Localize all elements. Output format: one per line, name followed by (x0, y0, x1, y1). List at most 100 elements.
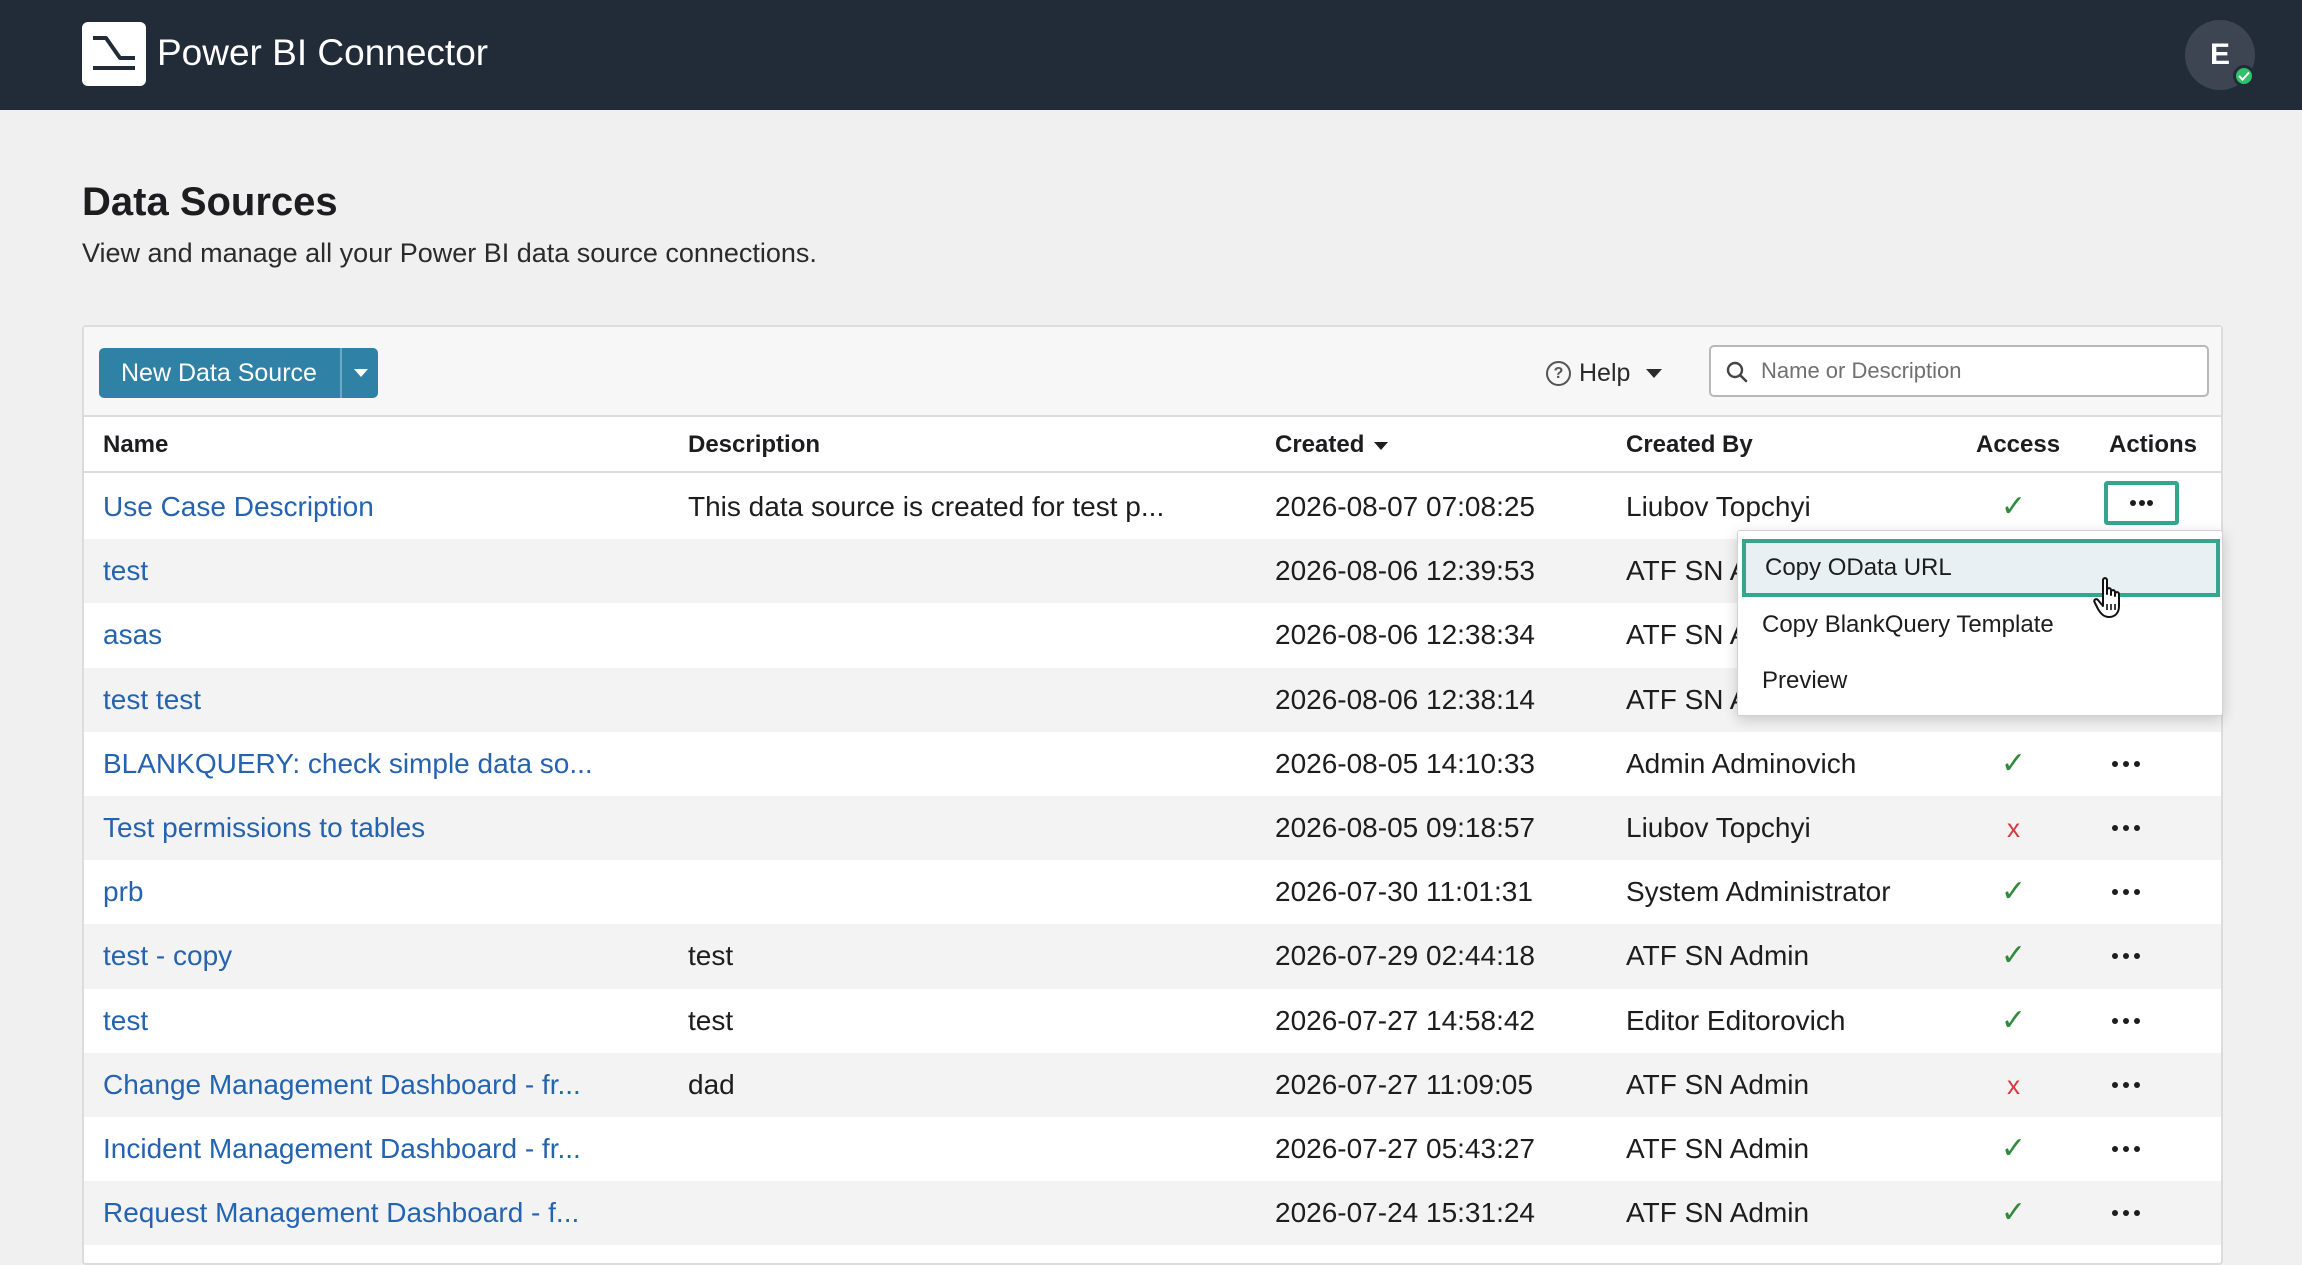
table-row: test test 2026-07-27 14:58:42 Editor Edi… (84, 989, 2221, 1053)
help-circle-icon: ? (1546, 360, 1571, 386)
more-actions-icon[interactable] (2106, 752, 2146, 776)
menu-item-copy-blankquery-template[interactable]: Copy BlankQuery Template (1738, 597, 2224, 653)
app-title: Power BI Connector (157, 32, 489, 73)
row-name-link[interactable]: BLANKQUERY: check simple data so... (103, 732, 663, 796)
data-sources-panel: New Data Source ? Help Name Description … (82, 325, 2223, 1265)
row-actions (2074, 1117, 2184, 1181)
table-header: Name Description Created Created By Acce… (84, 417, 2221, 473)
row-created-by: ATF SN Admin (1626, 1197, 1810, 1229)
table-row: prb 2026-07-30 11:01:31 System Administr… (84, 860, 2221, 924)
new-data-source-dropdown-icon[interactable] (339, 348, 378, 398)
row-name-link[interactable]: Test permissions to tables (103, 796, 663, 860)
column-header-actions: Actions (2109, 431, 2198, 458)
column-header-created-label: Created (1275, 431, 1365, 458)
row-created-by: Liubov Topchyi (1626, 811, 1811, 843)
column-header-description[interactable]: Description (688, 417, 820, 473)
row-name-link[interactable]: Change Management Dashboard - fr... (103, 1053, 663, 1117)
hand-cursor-icon (2093, 577, 2120, 618)
more-actions-icon[interactable] (2106, 880, 2146, 904)
access-denied-icon: x (2007, 1069, 2020, 1100)
top-bar: Power BI Connector E (0, 0, 2302, 110)
row-actions (2074, 1181, 2184, 1245)
row-actions (2074, 989, 2184, 1053)
access-granted-icon: ✓ (2000, 875, 2027, 909)
more-actions-icon[interactable] (2106, 816, 2146, 840)
more-actions-icon[interactable] (2106, 944, 2146, 968)
help-dropdown[interactable]: ? Help (1546, 357, 1663, 389)
app-logo-icon[interactable] (82, 22, 146, 86)
row-created-by: System Administrator (1626, 876, 1891, 908)
row-description: test (688, 940, 734, 972)
row-actions-menu: Copy OData URL Copy BlankQuery Template … (1737, 530, 2223, 716)
menu-item-copy-odata-url[interactable]: Copy OData URL (1742, 539, 2220, 597)
access-granted-icon: ✓ (2000, 1003, 2027, 1037)
row-created: 2026-07-29 02:44:18 (1275, 940, 1535, 972)
search-box (1709, 345, 2209, 397)
row-description: This data source is created for test p..… (688, 491, 1165, 522)
access-granted-icon: ✓ (2000, 939, 2027, 973)
row-created: 2026-08-06 12:38:14 (1275, 683, 1535, 715)
access-granted-icon: ✓ (2000, 1196, 2027, 1230)
row-actions (2074, 796, 2184, 860)
row-name-link[interactable]: test (103, 539, 663, 603)
search-input[interactable] (1761, 355, 2191, 387)
row-created: 2026-07-30 11:01:31 (1275, 876, 1533, 908)
row-created-by: Admin Adminovich (1626, 747, 1857, 779)
table-row: Incident Management Dashboard - fr... 20… (84, 1117, 2221, 1181)
row-name-link[interactable]: asas (103, 603, 663, 667)
row-description: test (688, 1004, 734, 1036)
access-denied-icon: x (2007, 812, 2020, 843)
row-created-by: ATF SN Admin (1626, 1132, 1810, 1164)
row-name-link[interactable]: Incident Management Dashboard - fr... (103, 1117, 663, 1181)
row-created: 2026-08-06 12:38:34 (1275, 619, 1535, 651)
help-label: Help (1579, 358, 1631, 387)
row-created-by: ATF SN Admin (1626, 1068, 1810, 1100)
more-actions-icon[interactable] (2106, 1009, 2146, 1033)
row-created: 2026-08-05 09:18:57 (1275, 811, 1535, 843)
status-online-icon (2233, 65, 2255, 87)
row-actions (2074, 1053, 2184, 1117)
row-created: 2026-08-06 12:39:53 (1275, 555, 1535, 587)
new-data-source-button[interactable]: New Data Source (99, 348, 340, 398)
access-granted-icon: ✓ (2000, 1131, 2027, 1165)
more-actions-icon[interactable] (2102, 479, 2181, 527)
column-header-name[interactable]: Name (103, 417, 168, 473)
row-created: 2026-08-07 07:08:25 (1275, 491, 1535, 522)
new-data-source-split-button: New Data Source (99, 348, 378, 398)
column-header-created[interactable]: Created (1275, 417, 1389, 473)
page-subtitle: View and manage all your Power BI data s… (82, 238, 817, 268)
more-actions-icon[interactable] (2106, 1073, 2146, 1097)
column-header-access[interactable]: Access (1976, 417, 2060, 473)
row-created: 2026-07-24 15:31:24 (1275, 1197, 1535, 1229)
row-created: 2026-08-05 14:10:33 (1275, 747, 1535, 779)
row-name-link[interactable]: test (103, 989, 663, 1053)
more-actions-icon[interactable] (2106, 1201, 2146, 1225)
row-created: 2026-07-27 05:43:27 (1275, 1132, 1535, 1164)
row-created: 2026-07-27 14:58:42 (1275, 1004, 1535, 1036)
more-actions-icon[interactable] (2106, 1137, 2146, 1161)
row-name-link[interactable]: prb (103, 860, 663, 924)
access-granted-icon: ✓ (2000, 746, 2027, 780)
row-name-link[interactable]: Request Management Dashboard - f... (103, 1181, 663, 1245)
row-actions (2074, 924, 2184, 988)
row-description: dad (688, 1068, 735, 1100)
sort-desc-icon (1374, 441, 1389, 450)
table-row: Request Management Dashboard - f... 2026… (84, 1181, 2221, 1246)
search-icon (1726, 361, 1748, 383)
row-created-by: ATF SN Admin (1626, 940, 1810, 972)
row-created: 2026-07-27 11:09:05 (1275, 1068, 1533, 1100)
row-created-by: Editor Editorovich (1626, 1004, 1846, 1036)
table-toolbar: New Data Source ? Help (84, 327, 2221, 417)
column-header-created-by[interactable]: Created By (1626, 417, 1753, 473)
table-row: test - copy test 2026-07-29 02:44:18 ATF… (84, 924, 2221, 989)
row-actions (2074, 860, 2184, 924)
row-name-link[interactable]: test - copy (103, 924, 663, 988)
menu-item-preview[interactable]: Preview (1738, 653, 2224, 709)
row-name-link[interactable]: Use Case Description (103, 475, 663, 539)
table-row: Test permissions to tables 2026-08-05 09… (84, 795, 2221, 861)
chevron-down-icon (1646, 368, 1663, 378)
row-actions (2074, 732, 2184, 796)
row-name-link[interactable]: test test (103, 668, 663, 732)
page-title: Data Sources (82, 180, 338, 224)
table-row: BLANKQUERY: check simple data so... 2026… (84, 732, 2221, 796)
